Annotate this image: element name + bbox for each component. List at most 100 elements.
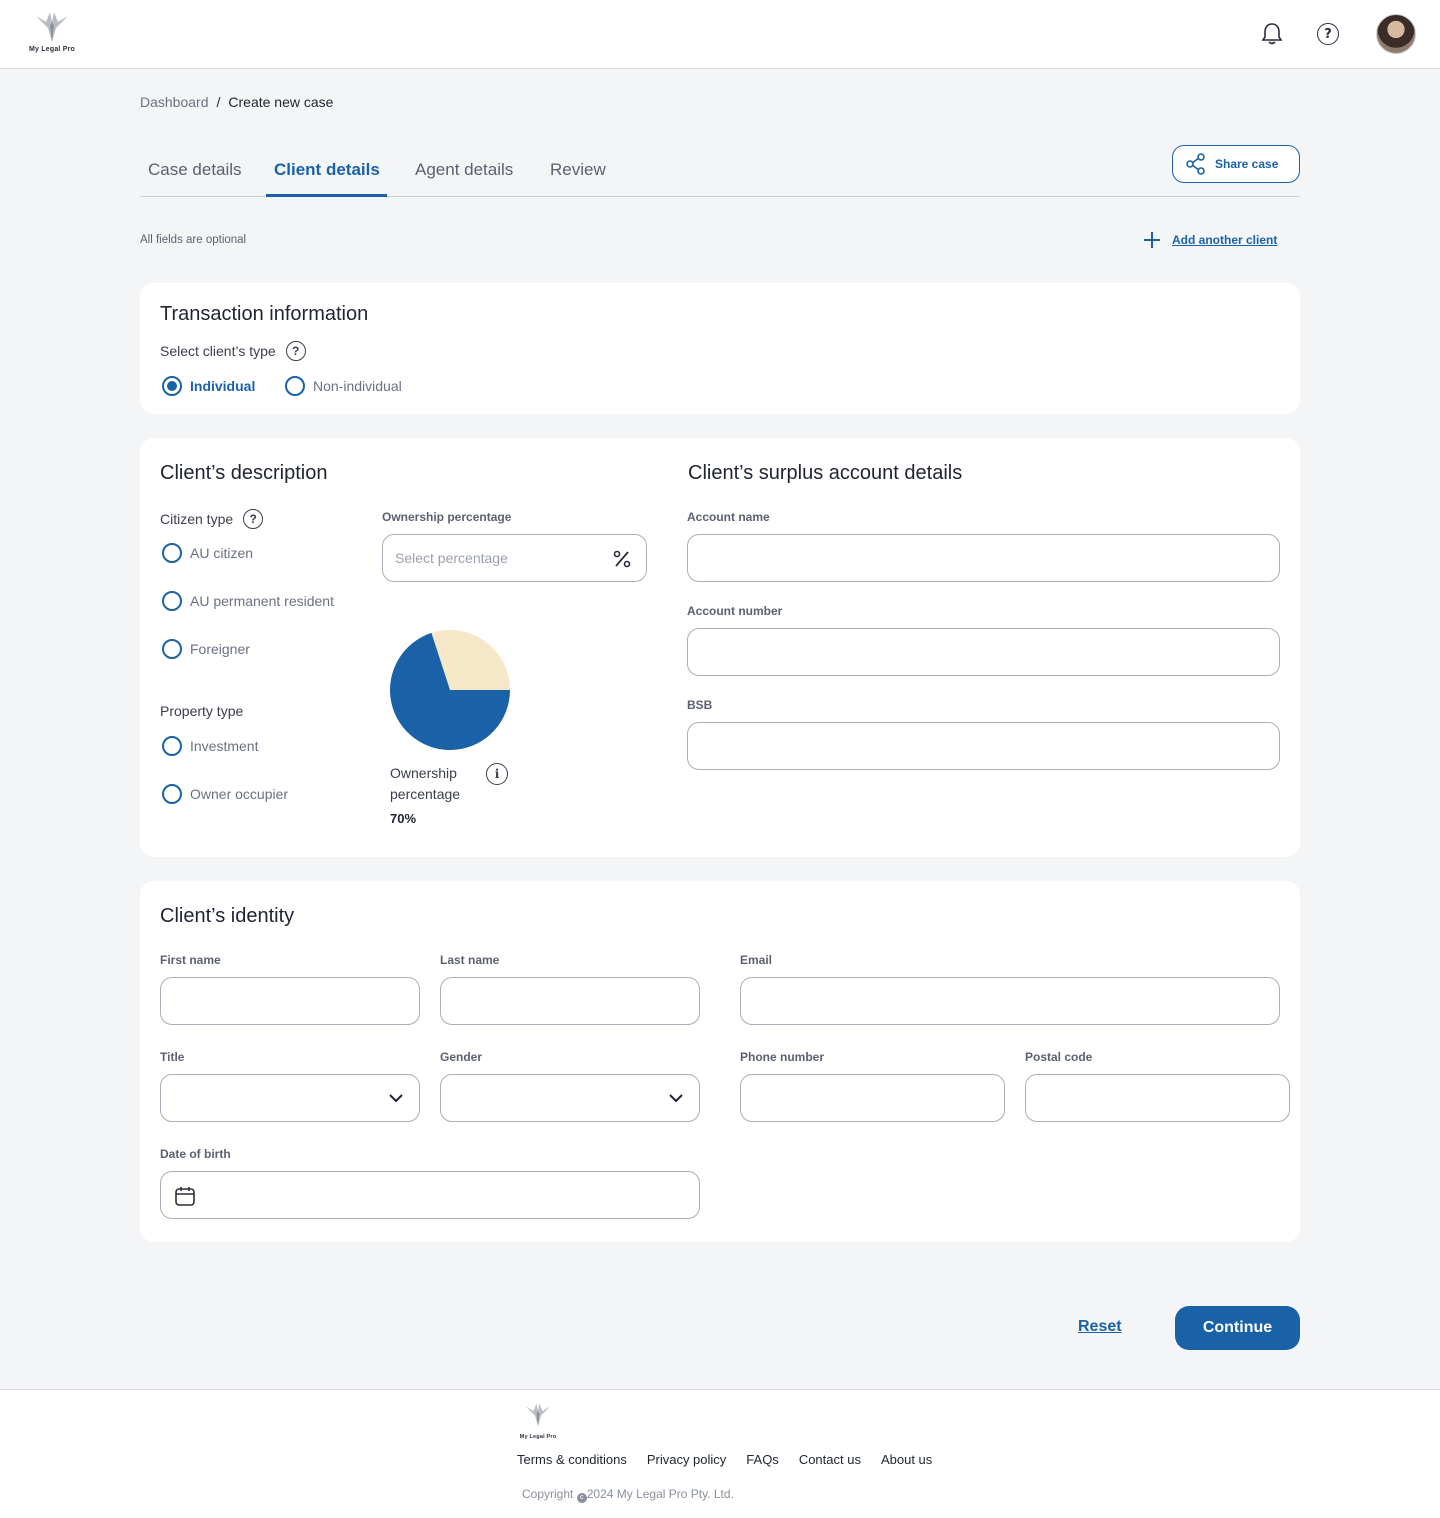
breadcrumb-dashboard[interactable]: Dashboard: [140, 94, 209, 110]
ownership-percentage-input[interactable]: Select percentage: [382, 534, 647, 582]
copyright: Copyright c 2024 My Legal Pro Pty. Ltd.: [522, 1487, 734, 1503]
info-icon[interactable]: i: [486, 763, 508, 785]
step-tabs: Case details Client details Agent detail…: [140, 146, 1300, 197]
bsb-input[interactable]: [687, 722, 1280, 770]
title-label: Title: [160, 1050, 185, 1064]
ownership-value: 70%: [390, 811, 417, 826]
footer-link-contact[interactable]: Contact us: [799, 1452, 861, 1467]
tab-agent-details[interactable]: Agent details: [415, 160, 513, 180]
phone-input[interactable]: [740, 1074, 1005, 1122]
postal-code-input[interactable]: [1025, 1074, 1290, 1122]
footer-link-faqs[interactable]: FAQs: [746, 1452, 779, 1467]
breadcrumb: Dashboard / Create new case: [140, 94, 333, 110]
last-name-label: Last name: [440, 953, 500, 967]
reset-button[interactable]: Reset: [1078, 1318, 1122, 1336]
dob-input[interactable]: [160, 1171, 700, 1219]
radio-label: Foreigner: [190, 641, 250, 657]
brand-logo[interactable]: My Legal Pro: [20, 8, 84, 62]
footer: My Legal Pro Terms & conditions Privacy …: [0, 1389, 1440, 1518]
account-name-label: Account name: [687, 510, 770, 524]
account-number-input[interactable]: [687, 628, 1280, 676]
gender-label: Gender: [440, 1050, 483, 1064]
radio-au-permanent-resident[interactable]: AU permanent resident: [162, 591, 334, 611]
help-icon[interactable]: ?: [1312, 18, 1344, 50]
percent-icon: [613, 550, 631, 568]
surplus-title: Client’s surplus account details: [688, 462, 963, 484]
footer-link-terms[interactable]: Terms & conditions: [517, 1452, 627, 1467]
tab-review[interactable]: Review: [550, 160, 606, 180]
dob-label: Date of birth: [160, 1147, 231, 1161]
radio-individual[interactable]: Individual: [162, 376, 255, 396]
brand-name: My Legal Pro: [29, 46, 75, 53]
active-tab-indicator: [266, 194, 387, 197]
radio-foreigner[interactable]: Foreigner: [162, 639, 250, 659]
user-avatar[interactable]: [1376, 14, 1416, 54]
bird-logo-icon: [526, 1403, 550, 1426]
phone-label: Phone number: [740, 1050, 825, 1064]
copyright-prefix: Copyright: [522, 1487, 577, 1501]
footer-link-about[interactable]: About us: [881, 1452, 932, 1467]
share-icon: [1186, 153, 1205, 175]
footer-logo[interactable]: My Legal Pro: [512, 1400, 564, 1440]
email-label: Email: [740, 953, 773, 967]
pie-caption: Ownership percentage: [390, 763, 460, 805]
radio-label: Non-individual: [313, 378, 402, 394]
optional-note: All fields are optional: [140, 234, 247, 246]
tab-case-details[interactable]: Case details: [148, 160, 242, 180]
radio-au-citizen[interactable]: AU citizen: [162, 543, 253, 563]
radio-dot: [162, 784, 182, 804]
identity-title: Client’s identity: [160, 905, 295, 927]
footer-links: Terms & conditions Privacy policy FAQs C…: [517, 1452, 932, 1467]
breadcrumb-current: Create new case: [228, 94, 334, 110]
email-input[interactable]: [740, 977, 1280, 1025]
property-type-text: Property type: [160, 703, 244, 719]
chevron-down-icon: [669, 1094, 683, 1103]
gender-select[interactable]: [440, 1074, 700, 1122]
transaction-card: Transaction information Select client’s …: [140, 283, 1300, 414]
footer-link-privacy[interactable]: Privacy policy: [647, 1452, 726, 1467]
description-title: Client’s description: [160, 462, 328, 484]
bird-logo-icon: [36, 12, 68, 42]
radio-investment[interactable]: Investment: [162, 736, 258, 756]
radio-non-individual[interactable]: Non-individual: [285, 376, 402, 396]
citizen-type-label: Citizen type ?: [160, 509, 264, 529]
citizen-type-text: Citizen type: [160, 511, 234, 527]
first-name-input[interactable]: [160, 977, 420, 1025]
radio-owner-occupier[interactable]: Owner occupier: [162, 784, 288, 804]
share-case-button[interactable]: Share case: [1172, 145, 1300, 183]
radio-dot: [162, 543, 182, 563]
description-card: Client’s description Citizen type ? AU c…: [140, 438, 1300, 857]
radio-label: Individual: [190, 378, 256, 394]
top-bar: My Legal Pro ?: [0, 0, 1440, 69]
pie-caption-line2: percentage: [390, 786, 461, 802]
account-number-label: Account number: [687, 604, 783, 618]
copyright-icon: c: [576, 1493, 587, 1503]
postal-code-label: Postal code: [1025, 1050, 1093, 1064]
help-icon[interactable]: ?: [285, 341, 306, 361]
radio-label: Investment: [190, 738, 259, 754]
ownership-pie-chart: [390, 630, 510, 750]
bell-icon[interactable]: [1256, 18, 1288, 50]
last-name-input[interactable]: [440, 977, 700, 1025]
first-name-label: First name: [160, 953, 221, 967]
radio-dot: [285, 376, 305, 396]
ownership-percentage-label: Ownership percentage: [382, 510, 512, 524]
breadcrumb-separator: /: [216, 94, 221, 110]
radio-label: AU permanent resident: [190, 593, 334, 609]
account-name-input[interactable]: [687, 534, 1280, 582]
plus-icon: [1144, 232, 1160, 248]
share-case-label: Share case: [1215, 157, 1279, 171]
title-select[interactable]: [160, 1074, 420, 1122]
ownership-placeholder: Select percentage: [395, 550, 508, 566]
client-type-label: Select client’s type ?: [160, 341, 306, 361]
tab-client-details[interactable]: Client details: [274, 160, 380, 180]
radio-dot: [162, 591, 182, 611]
calendar-icon[interactable]: [174, 1185, 196, 1207]
chevron-down-icon: [389, 1094, 403, 1103]
bsb-label: BSB: [687, 698, 713, 712]
client-type-text: Select client’s type: [160, 343, 276, 359]
help-icon[interactable]: ?: [243, 509, 264, 529]
radio-dot: [162, 376, 182, 396]
add-another-client-link[interactable]: Add another client: [1142, 230, 1277, 250]
continue-button[interactable]: Continue: [1175, 1306, 1300, 1350]
